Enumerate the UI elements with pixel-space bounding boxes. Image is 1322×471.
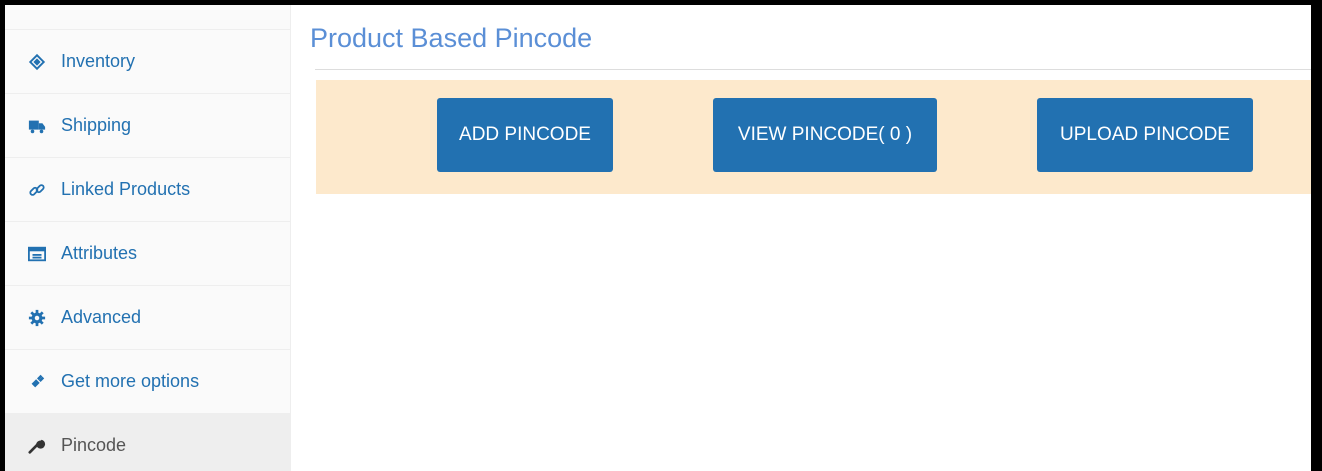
sidebar-item-shipping[interactable]: Shipping	[5, 94, 290, 158]
page-title: Product Based Pincode	[310, 23, 593, 53]
sidebar-item-inventory[interactable]: Inventory	[5, 30, 290, 94]
upload-pincode-button[interactable]: UPLOAD PINCODE	[1037, 98, 1253, 172]
link-icon	[27, 180, 47, 200]
sidebar-item-label: Advanced	[61, 307, 142, 327]
app-frame: Inventory Shipping Linked Products Attri…	[5, 5, 1311, 471]
plugin-icon	[27, 372, 47, 392]
sidebar-item-pincode[interactable]: Pincode	[5, 414, 290, 471]
sidebar-item-label: Shipping	[61, 115, 132, 135]
pincode-panel: Product Based Pincode ADD PINCODE VIEW P…	[302, 5, 1311, 471]
tag-icon	[27, 52, 47, 72]
wrench-icon	[27, 436, 47, 456]
view-pincode-button[interactable]: VIEW PINCODE( 0 )	[713, 98, 937, 172]
sidebar-item-advanced[interactable]: Advanced	[5, 286, 290, 350]
title-divider	[315, 69, 1311, 70]
sidebar-item-attributes[interactable]: Attributes	[5, 222, 290, 286]
truck-icon	[27, 116, 47, 136]
sidebar-item-label: Get more options	[61, 371, 200, 391]
sidebar-item-label: Attributes	[61, 243, 138, 263]
sidebar-item-label: Linked Products	[61, 179, 191, 199]
sidebar-item-linked-products[interactable]: Linked Products	[5, 158, 290, 222]
sidebar-top-spacer	[5, 5, 290, 30]
product-data-tabs: Inventory Shipping Linked Products Attri…	[5, 5, 291, 471]
sidebar-item-get-more-options[interactable]: Get more options	[5, 350, 290, 414]
add-pincode-button[interactable]: ADD PINCODE	[437, 98, 613, 172]
gear-icon	[27, 308, 47, 328]
sidebar-item-label: Inventory	[61, 51, 136, 71]
pincode-button-bar: ADD PINCODE VIEW PINCODE( 0 ) UPLOAD PIN…	[316, 80, 1311, 194]
sidebar-item-label: Pincode	[61, 435, 127, 455]
list-icon	[27, 244, 47, 264]
